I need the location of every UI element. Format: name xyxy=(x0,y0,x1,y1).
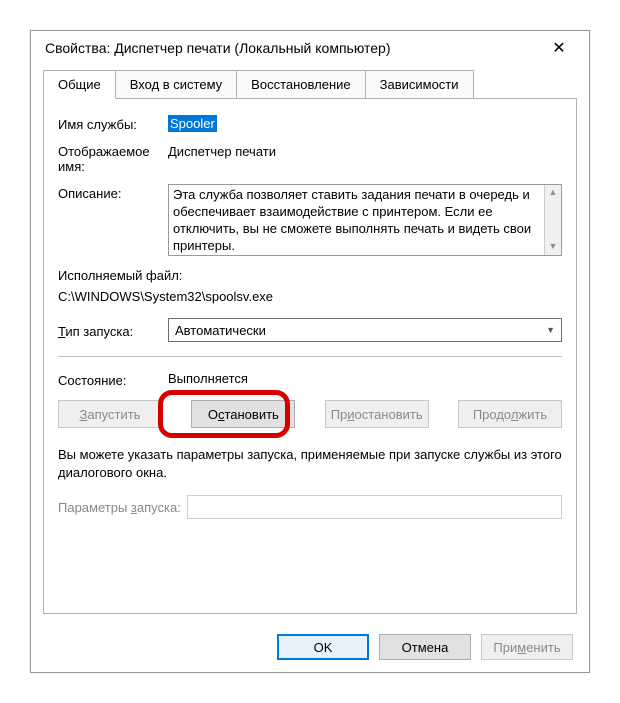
display-name-value: Диспетчер печати xyxy=(168,142,562,174)
display-name-label: Отображаемое имя: xyxy=(58,142,168,174)
resume-button: Продолжить xyxy=(458,400,562,428)
tab-logon[interactable]: Вход в систему xyxy=(115,70,237,99)
properties-dialog: Свойства: Диспетчер печати (Локальный ко… xyxy=(30,30,590,673)
stop-button[interactable]: Остановить xyxy=(191,400,295,428)
tab-dependencies[interactable]: Зависимости xyxy=(365,70,474,99)
executable-label: Исполняемый файл: xyxy=(58,268,562,283)
startup-params-input[interactable] xyxy=(187,495,562,519)
service-name-label: Имя службы: xyxy=(58,115,168,132)
ok-button[interactable]: OK xyxy=(277,634,369,660)
description-box[interactable]: Эта служба позволяет ставить задания печ… xyxy=(168,184,562,256)
startup-type-value: Автоматически xyxy=(175,323,266,338)
separator xyxy=(58,356,562,357)
titlebar: Свойства: Диспетчер печати (Локальный ко… xyxy=(31,31,589,65)
state-buttons: Запустить Остановить Приостановить Продо… xyxy=(58,400,562,428)
tab-pane: Имя службы: Spooler Отображаемое имя: Ди… xyxy=(43,99,577,614)
state-label: Состояние: xyxy=(58,371,168,388)
startup-params-label: Параметры запуска: xyxy=(58,500,181,515)
startup-params-note: Вы можете указать параметры запуска, при… xyxy=(58,446,562,481)
dialog-footer: OK Отмена Применить xyxy=(277,634,573,660)
tab-general[interactable]: Общие xyxy=(43,70,116,99)
pause-button: Приостановить xyxy=(325,400,429,428)
apply-button: Применить xyxy=(481,634,573,660)
tab-strip: Общие Вход в систему Восстановление Зави… xyxy=(43,69,577,99)
tab-recovery[interactable]: Восстановление xyxy=(236,70,365,99)
cancel-button[interactable]: Отмена xyxy=(379,634,471,660)
scrollbar[interactable]: ▲ ▼ xyxy=(544,185,561,255)
service-name-value[interactable]: Spooler xyxy=(168,115,217,132)
startup-type-select[interactable]: Автоматически ▼ xyxy=(168,318,562,342)
close-icon[interactable]: ✕ xyxy=(539,33,579,63)
startup-type-label: Тип запуска: xyxy=(58,322,168,339)
scroll-up-icon[interactable]: ▲ xyxy=(549,187,558,199)
window-title: Свойства: Диспетчер печати (Локальный ко… xyxy=(45,40,391,56)
description-text: Эта служба позволяет ставить задания печ… xyxy=(173,187,557,255)
description-label: Описание: xyxy=(58,184,168,256)
start-button: Запустить xyxy=(58,400,162,428)
chevron-down-icon: ▼ xyxy=(546,325,555,335)
executable-path: C:\WINDOWS\System32\spoolsv.exe xyxy=(58,289,562,304)
state-value: Выполняется xyxy=(168,371,562,388)
scroll-down-icon[interactable]: ▼ xyxy=(549,241,558,253)
